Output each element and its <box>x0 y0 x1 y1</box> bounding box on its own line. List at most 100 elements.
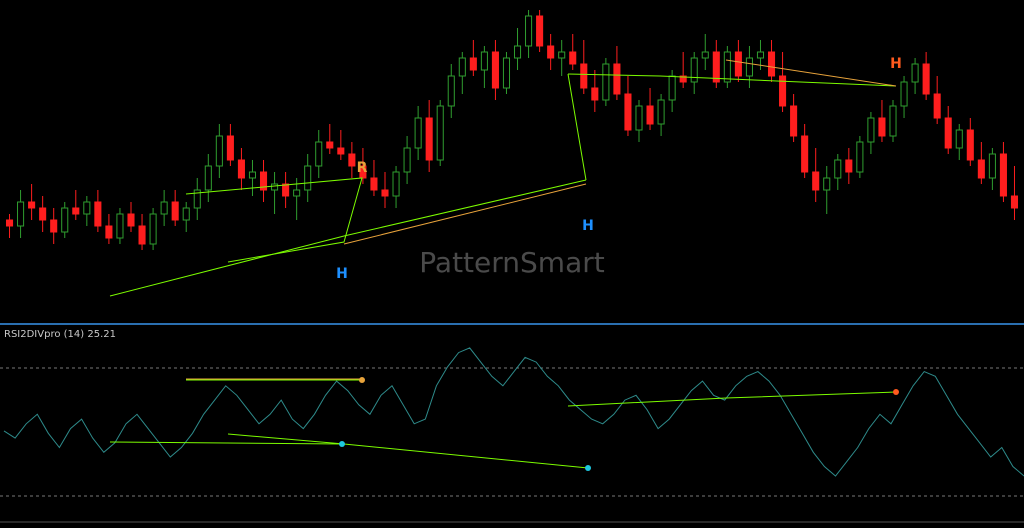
candle-body <box>271 183 279 191</box>
candle-body <box>690 57 698 83</box>
candle-body <box>812 171 820 191</box>
candle-body <box>248 171 257 179</box>
candle-body <box>569 51 577 65</box>
candle-body <box>127 213 135 227</box>
indicator-label: RSI2DIVpro (14) 25.21 <box>4 329 116 340</box>
candle-body <box>646 105 654 125</box>
candle-body <box>701 51 709 59</box>
candle-body <box>458 57 466 77</box>
candle-body <box>889 105 897 137</box>
candle-body <box>845 159 853 173</box>
candle-body <box>613 63 621 95</box>
candle-body <box>304 165 312 191</box>
marker-r: R <box>357 160 368 176</box>
candle-body <box>469 57 477 71</box>
candle-body <box>83 201 91 215</box>
candle-body <box>171 201 179 221</box>
candle-body <box>381 189 389 197</box>
rsi-dot-orange-1 <box>359 377 365 383</box>
marker-h-blue-2: H <box>582 218 594 234</box>
candle-body <box>138 225 146 245</box>
candle-body <box>116 213 124 239</box>
rsi-dot-blue-2 <box>585 465 591 471</box>
candle-body <box>999 153 1007 197</box>
marker-h-orange: H <box>890 56 902 72</box>
candle-body <box>293 189 301 197</box>
candle-body <box>834 159 842 179</box>
candle-body <box>900 81 908 107</box>
candle-body <box>668 75 676 101</box>
candle-body <box>790 105 798 137</box>
candle-body <box>392 171 400 197</box>
watermark: PatternSmart <box>419 246 604 279</box>
candle-body <box>955 129 963 149</box>
rsi-dot-orange-2 <box>893 389 899 395</box>
candle-body <box>624 93 632 131</box>
candle-body <box>5 219 14 227</box>
candle-body <box>878 117 886 137</box>
candle-body <box>756 51 765 59</box>
candle-body <box>39 207 47 221</box>
candle-body <box>28 201 36 209</box>
candle-body <box>547 45 555 59</box>
candle-body <box>50 219 58 233</box>
candle-body <box>337 147 345 155</box>
rsi-dot-blue-1 <box>339 441 345 447</box>
candle-body <box>414 117 422 149</box>
candle-body <box>513 45 522 59</box>
candle-body <box>17 201 25 227</box>
candle-body <box>635 105 643 131</box>
candle-body <box>105 225 113 239</box>
candle-body <box>536 15 544 47</box>
candle-body <box>911 63 919 83</box>
candle-body <box>922 63 930 95</box>
candle-body <box>326 141 334 149</box>
candle-body <box>61 207 69 233</box>
candle-body <box>723 51 731 83</box>
candle-body <box>966 129 974 161</box>
candle-body <box>988 153 996 179</box>
candle-body <box>403 147 411 173</box>
candle-body <box>1010 195 1019 209</box>
candle-body <box>602 63 610 101</box>
candle-body <box>160 201 168 215</box>
candle-body <box>226 135 234 161</box>
candle-body <box>502 57 511 89</box>
candle-body <box>72 207 80 215</box>
candle-body <box>823 177 831 191</box>
candle-body <box>867 117 875 143</box>
candle-body <box>767 51 776 77</box>
candle-body <box>447 75 455 107</box>
candle-body <box>558 51 566 59</box>
chart-svg: PatternSmart R H H H <box>0 0 1024 524</box>
candle-body <box>525 15 533 47</box>
candle-body <box>977 159 985 179</box>
candle-body <box>480 51 488 71</box>
candle-body <box>944 117 952 149</box>
candle-body <box>856 141 864 173</box>
candle-body <box>425 117 433 161</box>
candle-body <box>370 177 378 191</box>
candle-body <box>94 201 102 227</box>
marker-h-blue-1: H <box>336 266 348 282</box>
candle-body <box>933 93 941 119</box>
candle-body <box>315 141 323 167</box>
candle-body <box>436 105 444 161</box>
candle-body <box>237 159 245 179</box>
candle-body <box>657 99 665 125</box>
candle-body <box>580 63 588 89</box>
candle-body <box>591 87 599 101</box>
candle-body <box>215 135 223 167</box>
candle-body <box>712 51 720 83</box>
candle-body <box>182 207 190 221</box>
candle-body <box>745 57 753 77</box>
candle-body <box>491 51 499 89</box>
candle-body <box>204 165 212 191</box>
chart-root: PatternSmart R H H H RSI2DIVpro (14) 25.… <box>0 0 1024 524</box>
candle-body <box>348 153 356 167</box>
candle-body <box>149 213 157 245</box>
candle-body <box>801 135 809 173</box>
candle-body <box>282 183 290 197</box>
candle-body <box>734 51 742 77</box>
candle-body <box>779 75 787 107</box>
